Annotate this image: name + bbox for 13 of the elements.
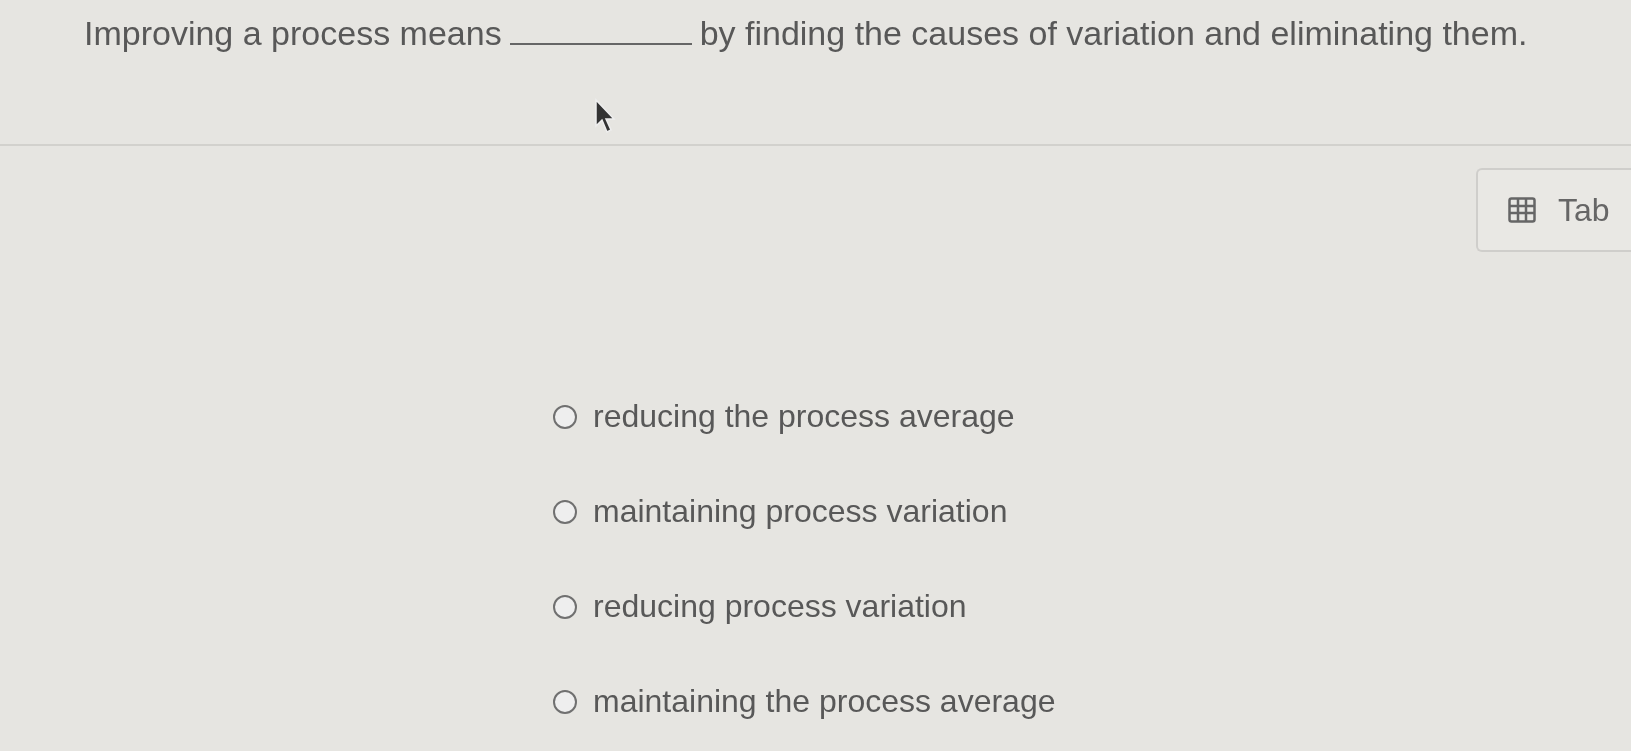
table-button[interactable]: Tab (1476, 168, 1631, 252)
answer-option[interactable]: reducing process variation (553, 584, 1631, 629)
answer-option[interactable]: maintaining the process average (553, 679, 1631, 724)
table-icon (1508, 197, 1536, 223)
cursor-icon (594, 98, 616, 134)
radio-button[interactable] (553, 594, 577, 619)
question-text: Improving a process means (84, 13, 502, 54)
radio-button[interactable] (553, 404, 577, 429)
radio-button[interactable] (553, 689, 577, 714)
radio-button[interactable] (553, 499, 577, 524)
answer-option[interactable]: reducing the process average (553, 394, 1631, 439)
question-text: by finding the causes of variation and eliminating them. (699, 13, 1528, 54)
answer-option[interactable]: maintaining process variation (553, 489, 1631, 534)
